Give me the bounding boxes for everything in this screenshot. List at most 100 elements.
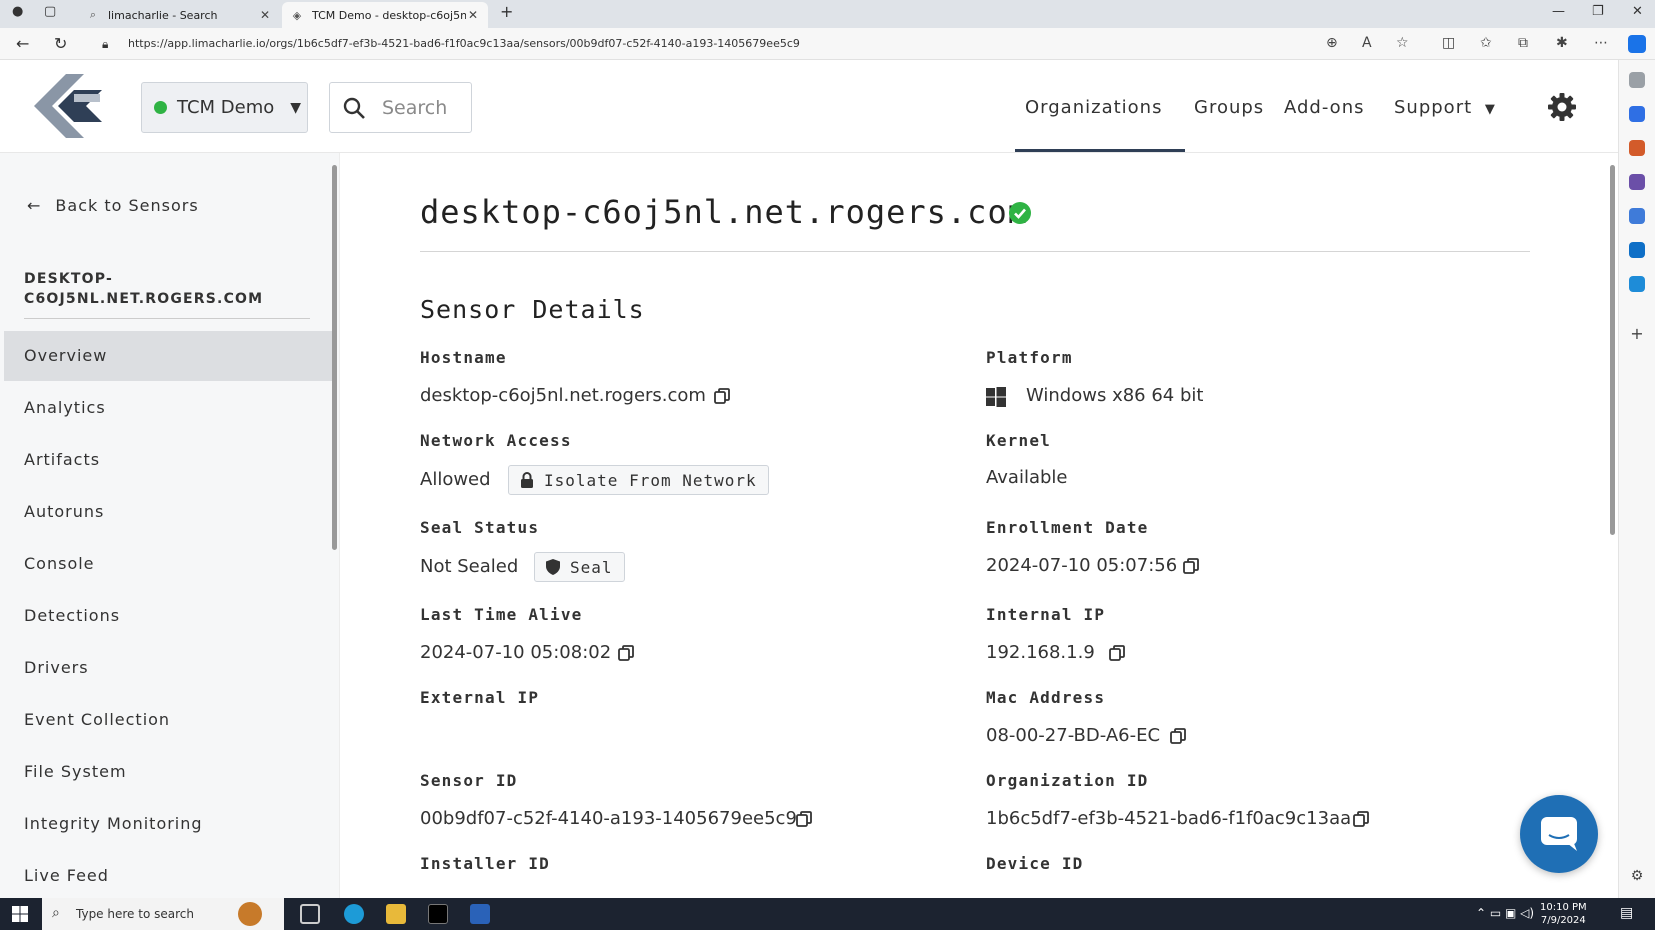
sidebar-item-detections[interactable]: Detections [4,591,332,641]
divider [420,251,1530,252]
window-close-icon[interactable]: ✕ [1632,4,1643,19]
extensions-icon[interactable]: ✱ [1556,35,1568,51]
browser-tab-search[interactable]: ⌕ limacharlie - Search ✕ [78,2,280,28]
search-icon [343,97,365,119]
new-tab-icon[interactable]: + [500,2,513,21]
kernel-value: Available [986,467,1068,488]
sidebar-item-autoruns[interactable]: Autoruns [4,487,332,537]
search-icon: ⌕ [52,905,60,921]
copy-icon[interactable] [1170,728,1186,744]
sidebar-add-icon[interactable]: + [1629,326,1645,342]
back-label: Back to Sensors [55,196,199,215]
sidebar-outlook-icon[interactable] [1629,242,1645,258]
caret-down-icon: ▼ [1484,102,1496,117]
sidebar-tag-icon[interactable] [1629,106,1645,122]
sidebar-item-artifacts[interactable]: Artifacts [4,435,332,485]
copy-icon[interactable] [618,645,634,661]
nav-groups[interactable]: Groups [1194,97,1264,118]
copy-icon[interactable] [1353,811,1369,827]
back-to-sensors-link[interactable]: ← Back to Sensors [27,196,199,215]
sidebar-item-integrity-monitoring[interactable]: Integrity Monitoring [4,799,332,849]
sidebar-item-event-collection[interactable]: Event Collection [4,695,332,745]
search-placeholder: Search [382,96,448,119]
windows-start-icon[interactable] [12,906,28,922]
url-field[interactable]: https://app.limacharlie.io/orgs/1b6c5df7… [128,37,800,50]
edge-browser-icon[interactable] [344,904,364,924]
restore-icon[interactable]: ❐ [1592,4,1604,19]
sidebar-search-icon[interactable] [1629,72,1645,88]
split-screen-icon[interactable]: ◫ [1442,35,1455,51]
tab-actions-icon[interactable]: ▢ [44,4,56,19]
nav-addons[interactable]: Add-ons [1284,97,1364,118]
main-scrollbar[interactable] [1610,165,1615,535]
copy-icon[interactable] [714,388,730,404]
search-input[interactable]: Search [329,82,472,133]
sensor-overview-panel: desktop-c6oj5nl.net.rogers.com Sensor De… [342,153,1618,898]
sidebar-item-drivers[interactable]: Drivers [4,643,332,693]
copy-icon[interactable] [1183,558,1199,574]
nav-support-label: Support [1394,97,1473,118]
taskbar-clock[interactable]: 10:10 PM 7/9/2024 [1540,901,1587,927]
close-tab-icon[interactable]: ✕ [466,8,480,22]
isolate-button-label: Isolate From Network [544,470,757,490]
read-aloud-icon[interactable]: A [1362,35,1372,51]
back-icon[interactable]: ← [16,34,29,53]
hostname-label: Hostname [420,348,507,367]
refresh-icon[interactable]: ↻ [54,34,67,53]
app-header: TCM Demo ▼ Search Organizations Groups A… [0,60,1618,153]
sidebar-item-file-system[interactable]: File System [4,747,332,797]
minimize-icon[interactable]: — [1552,4,1565,19]
favorite-star-icon[interactable]: ☆ [1396,35,1409,51]
chat-button[interactable] [1520,795,1598,873]
system-tray-icons[interactable]: ⌃ ▭ ▣ ◁) [1476,906,1534,920]
search-highlight-icon [238,902,262,926]
sidebar-tools-icon[interactable] [1629,140,1645,156]
browser-tab-bar: ● ▢ ⌕ limacharlie - Search ✕ ◈ TCM Demo … [0,0,1655,28]
mac-address-value: 08-00-27-BD-A6-EC [986,725,1161,746]
powershell-icon[interactable] [470,904,490,924]
arrow-left-icon: ← [27,196,42,215]
seal-status-value: Not Sealed [420,556,519,577]
favorites-icon[interactable]: ✩ [1480,35,1492,51]
nav-organizations[interactable]: Organizations [1025,97,1162,118]
copilot-icon[interactable] [1628,35,1646,53]
gear-icon[interactable] [1547,92,1577,122]
seal-button[interactable]: Seal [534,552,625,582]
org-selector[interactable]: TCM Demo ▼ [141,82,308,133]
external-ip-label: External IP [420,688,540,707]
tab-title: TCM Demo - desktop-c6oj5nl.ne [312,8,466,22]
sidebar-item-live-feed[interactable]: Live Feed [4,851,332,901]
close-tab-icon[interactable]: ✕ [258,8,272,22]
sidebar-games-icon[interactable] [1629,174,1645,190]
collections-icon[interactable]: ⧉ [1518,35,1528,51]
sidebar-office-icon[interactable] [1629,208,1645,224]
taskbar-search-input[interactable]: ⌕ Type here to search [42,898,284,930]
zoom-icon[interactable]: ⊕ [1326,35,1338,51]
terminal-icon[interactable] [428,904,448,924]
search-icon: ⌕ [89,8,97,21]
file-explorer-icon[interactable] [386,904,406,924]
windows-icon [986,387,1006,407]
sidebar-item-overview[interactable]: Overview [4,331,332,381]
sidebar-item-console[interactable]: Console [4,539,332,589]
sidebar-scrollbar[interactable] [332,165,337,550]
sidebar-settings-icon[interactable]: ⚙ [1629,868,1645,884]
task-view-icon[interactable] [300,904,320,924]
sensor-heading: DESKTOP-C6OJ5NL.NET.ROGERS.COM [24,271,264,307]
nav-support[interactable]: Support ▼ [1394,97,1496,118]
browser-tab-active[interactable]: ◈ TCM Demo - desktop-c6oj5nl.ne ✕ [282,2,488,28]
notification-icon[interactable]: ▤ [1620,905,1633,921]
mac-address-label: Mac Address [986,688,1106,707]
lock-icon[interactable]: 🔒︎ [102,37,108,52]
copy-icon[interactable] [1109,645,1125,661]
sidebar-send-icon[interactable] [1629,276,1645,292]
isolate-from-network-button[interactable]: Isolate From Network [508,465,769,495]
profile-icon[interactable]: ● [12,4,23,19]
sidebar-item-analytics[interactable]: Analytics [4,383,332,433]
internal-ip-label: Internal IP [986,605,1106,624]
more-menu-icon[interactable]: ⋯ [1594,35,1608,51]
hostname-value: desktop-c6oj5nl.net.rogers.com [420,385,706,406]
copy-icon[interactable] [796,811,812,827]
limacharlie-logo[interactable] [28,74,108,138]
chevron-down-icon: ▼ [290,99,302,116]
